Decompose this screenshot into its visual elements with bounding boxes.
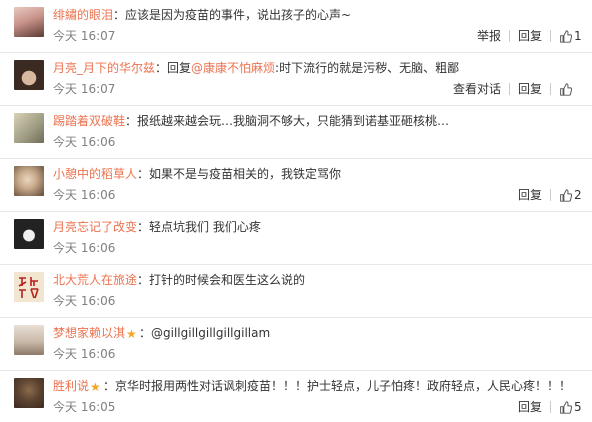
thumbs-up-icon xyxy=(560,400,572,414)
avatar[interactable] xyxy=(14,166,44,196)
comment-line: 北大荒人在旅途：打针的时候会和医生这么说的 xyxy=(53,271,305,289)
comment-mention[interactable]: @康康不怕麻烦 xyxy=(191,61,275,75)
comment-time: 今天 16:07 xyxy=(53,82,116,96)
like-button[interactable] xyxy=(559,82,582,96)
divider xyxy=(550,30,551,42)
comment-username[interactable]: 胜利说 xyxy=(53,379,89,393)
avatar[interactable] xyxy=(14,7,44,37)
comment-item: 绯繡的眼泪：应该是因为疫苗的事件，说出孩子的心声~ 今天 16:07 举报 回复… xyxy=(0,0,592,53)
comment-line: 小憩中的稻草人：如果不是与疫苗相关的，我铁定骂你 xyxy=(53,165,341,183)
like-count: 1 xyxy=(574,29,582,43)
avatar[interactable] xyxy=(14,325,44,355)
thumbs-up-icon xyxy=(560,82,572,96)
reply-button[interactable]: 回复 xyxy=(518,186,542,204)
comment-username[interactable]: 踢踏着双破鞋 xyxy=(53,114,125,128)
avatar[interactable] xyxy=(14,113,44,143)
avatar[interactable] xyxy=(14,378,44,408)
comment-time: 今天 16:06 xyxy=(53,294,116,308)
comment-username[interactable]: 梦想家赖以淇 xyxy=(53,326,125,340)
star-badge-icon: ★ xyxy=(126,327,137,341)
thumbs-up-icon xyxy=(560,188,572,202)
divider xyxy=(550,401,551,413)
comment-time: 今天 16:06 xyxy=(53,135,116,149)
comment-text: :时下流行的就是污秽、无脑、粗鄙 xyxy=(275,61,460,75)
comment-text: ：京华时报用两性对话讽刺疫苗！！！护士轻点，儿子怕疼！政府轻点，人民心疼！！！ xyxy=(103,379,572,393)
divider xyxy=(508,30,510,42)
comment-text: ：轻点坑我们 我们心疼 xyxy=(137,220,261,234)
comment-item: 小憩中的稻草人：如果不是与疫苗相关的，我铁定骂你 今天 16:06 回复 2 xyxy=(0,159,592,212)
comment-text: ：打针的时候会和医生这么说的 xyxy=(137,273,306,287)
comment-item: 梦想家赖以淇★ ：@gillgillgillgillgillam 今天 16:06 xyxy=(0,318,592,371)
like-button[interactable]: 1 xyxy=(559,27,582,45)
comment-item: 北大荒人在旅途：打针的时候会和医生这么说的 今天 16:06 xyxy=(0,265,592,318)
reply-button[interactable]: 回复 xyxy=(518,27,542,45)
avatar[interactable] xyxy=(14,219,44,249)
like-count: 2 xyxy=(574,188,582,202)
report-button[interactable]: 举报 xyxy=(477,27,501,45)
comment-line: 踢踏着双破鞋：报纸越来越会玩…我脑洞不够大，只能猜到诺基亚砸核桃… xyxy=(53,112,449,130)
comment-username[interactable]: 北大荒人在旅途 xyxy=(53,273,137,287)
comment-item: 胜利说★ ：京华时报用两性对话讽刺疫苗！！！护士轻点，儿子怕疼！政府轻点，人民心疼… xyxy=(0,371,592,422)
comment-actions: 回复 2 xyxy=(518,186,582,204)
comment-username[interactable]: 月亮_月下的华尔兹 xyxy=(53,61,155,75)
comment-list: 绯繡的眼泪：应该是因为疫苗的事件，说出孩子的心声~ 今天 16:07 举报 回复… xyxy=(0,0,592,422)
divider xyxy=(550,189,551,201)
comment-item: 月亮_月下的华尔兹：回复@康康不怕麻烦:时下流行的就是污秽、无脑、粗鄙 今天 1… xyxy=(0,53,592,106)
divider xyxy=(550,83,551,95)
view-conversation-button[interactable]: 查看对话 xyxy=(453,80,501,98)
like-button[interactable]: 5 xyxy=(559,398,582,416)
like-count: 5 xyxy=(574,400,582,414)
thumbs-up-icon xyxy=(560,29,572,43)
comment-reply-prefix: ：回复 xyxy=(155,61,192,75)
comment-time: 今天 16:06 xyxy=(53,188,116,202)
comment-line: 月亮忘记了改变：轻点坑我们 我们心疼 xyxy=(53,218,261,236)
comment-item: 月亮忘记了改变：轻点坑我们 我们心疼 今天 16:06 xyxy=(0,212,592,265)
comment-time: 今天 16:07 xyxy=(53,29,116,43)
comment-time: 今天 16:06 xyxy=(53,241,116,255)
avatar[interactable] xyxy=(14,60,44,90)
comment-username[interactable]: 小憩中的稻草人 xyxy=(53,167,137,181)
comment-actions: 举报 回复 1 xyxy=(477,27,582,45)
comment-line: 月亮_月下的华尔兹：回复@康康不怕麻烦:时下流行的就是污秽、无脑、粗鄙 xyxy=(53,59,459,77)
divider xyxy=(508,83,510,95)
comment-text: ：报纸越来越会玩…我脑洞不够大，只能猜到诺基亚砸核桃… xyxy=(125,114,450,128)
comment-line: 梦想家赖以淇★ ：@gillgillgillgillgillam xyxy=(53,324,270,342)
comment-time: 今天 16:05 xyxy=(53,400,116,414)
comment-text: ：如果不是与疫苗相关的，我铁定骂你 xyxy=(137,167,342,181)
avatar[interactable] xyxy=(14,272,44,302)
comment-username[interactable]: 绯繡的眼泪 xyxy=(53,8,113,22)
comment-line: 胜利说★ ：京华时报用两性对话讽刺疫苗！！！护士轻点，儿子怕疼！政府轻点，人民心疼… xyxy=(53,377,571,395)
comment-item: 踢踏着双破鞋：报纸越来越会玩…我脑洞不够大，只能猜到诺基亚砸核桃… 今天 16:… xyxy=(0,106,592,159)
comment-time: 今天 16:06 xyxy=(53,347,116,361)
comment-username[interactable]: 月亮忘记了改变 xyxy=(53,220,137,234)
comment-text: ：@gillgillgillgillgillam xyxy=(139,326,271,340)
star-badge-icon: ★ xyxy=(90,380,101,394)
comment-line: 绯繡的眼泪：应该是因为疫苗的事件，说出孩子的心声~ xyxy=(53,6,351,24)
comment-text: ：应该是因为疫苗的事件，说出孩子的心声~ xyxy=(113,8,352,22)
comment-actions: 回复 5 xyxy=(518,398,582,416)
reply-button[interactable]: 回复 xyxy=(518,398,542,416)
comment-actions: 查看对话 回复 xyxy=(453,80,582,98)
like-button[interactable]: 2 xyxy=(559,186,582,204)
reply-button[interactable]: 回复 xyxy=(518,80,542,98)
